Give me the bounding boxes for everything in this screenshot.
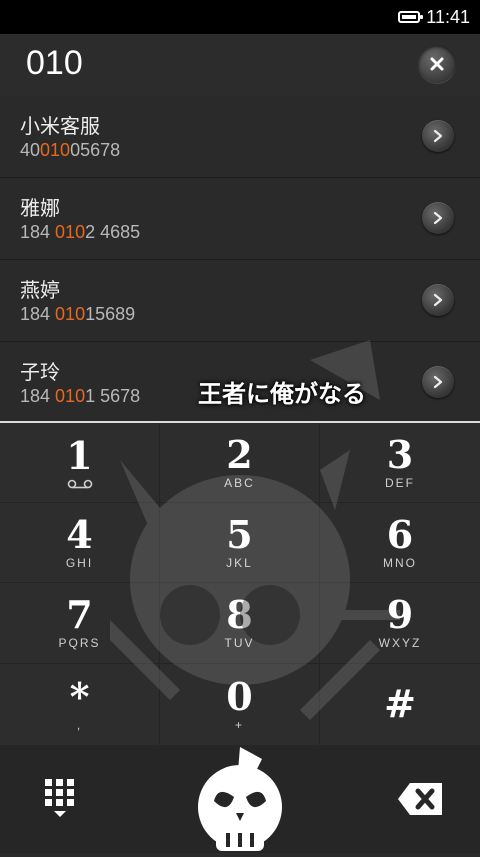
key-digit: 5 <box>226 511 253 557</box>
key-star[interactable]: * , <box>0 664 160 745</box>
key-2[interactable]: 2 ABC <box>160 423 320 503</box>
dialed-number-field[interactable]: 010 <box>26 44 83 83</box>
delete-button[interactable] <box>394 779 446 819</box>
clear-button[interactable] <box>418 45 456 83</box>
key-letters: ABC <box>224 475 255 490</box>
contact-row[interactable]: 燕婷 184 01015689 <box>0 260 480 342</box>
key-hash[interactable]: # <box>320 664 480 745</box>
key-5[interactable]: 5 JKL <box>160 503 320 583</box>
dial-keypad: 1 2 ABC 3 DEF 4 GHI 5 JKL 6 MNO 7 PQRS 8… <box>0 423 480 745</box>
contact-number: 184 0101 5678 <box>20 386 141 406</box>
contact-name: 燕婷 <box>20 278 60 302</box>
key-9[interactable]: 9 WXYZ <box>320 583 480 664</box>
contact-detail-button[interactable] <box>422 284 454 316</box>
battery-icon <box>398 11 424 23</box>
key-digit: * <box>69 673 90 719</box>
contact-number: 184 01015689 <box>20 304 136 324</box>
key-letters: WXYZ <box>378 636 422 650</box>
key-digit: 1 <box>66 432 93 478</box>
key-digit: 6 <box>386 511 414 557</box>
key-digit: 8 <box>226 592 253 637</box>
contact-number: 4001005678 <box>20 140 121 160</box>
key-8[interactable]: 8 TUV <box>160 583 320 664</box>
key-0[interactable]: 0 + <box>160 664 320 745</box>
key-letters: GHI <box>65 555 94 570</box>
contact-row[interactable]: 小米客服 4001005678 <box>0 96 480 178</box>
key-7[interactable]: 7 PQRS <box>0 583 160 664</box>
status-bar: 11:41 <box>0 0 480 34</box>
contact-detail-button[interactable] <box>422 366 454 398</box>
overlay-slogan: 王者に俺がなる <box>198 380 366 408</box>
voicemail-icon <box>67 479 92 488</box>
contact-name: 雅娜 <box>20 196 60 220</box>
key-3[interactable]: 3 DEF <box>320 423 480 503</box>
key-digit: 9 <box>386 592 414 637</box>
key-letters: DEF <box>385 475 415 490</box>
bottom-action-bar <box>0 745 480 853</box>
dialpad-grid-icon <box>45 779 74 817</box>
call-button[interactable] <box>188 745 292 853</box>
contact-number: 184 0102 4685 <box>20 222 141 242</box>
key-letters: PQRS <box>58 636 101 650</box>
backspace-icon <box>398 783 442 815</box>
contact-detail-button[interactable] <box>422 202 454 234</box>
chevron-right-icon <box>433 375 443 389</box>
contact-detail-button[interactable] <box>422 120 454 152</box>
skull-call-icon <box>198 747 282 851</box>
key-letters: JKL <box>226 555 253 570</box>
contact-row[interactable]: 雅娜 184 0102 4685 <box>0 178 480 260</box>
key-digit: 7 <box>66 592 93 637</box>
key-digit: # <box>384 680 416 726</box>
key-4[interactable]: 4 GHI <box>0 503 160 583</box>
close-icon <box>430 57 444 71</box>
key-letters: MNO <box>383 555 417 570</box>
key-digit: 3 <box>386 431 414 477</box>
chevron-right-icon <box>433 211 443 225</box>
key-letters: TUV <box>224 636 255 650</box>
key-digit: 4 <box>66 511 93 557</box>
chevron-right-icon <box>433 293 443 307</box>
key-1[interactable]: 1 <box>0 423 160 503</box>
dial-input-bar: 010 <box>0 34 480 96</box>
contact-name: 子玲 <box>20 360 60 384</box>
key-digit: 0 <box>226 673 253 719</box>
key-6[interactable]: 6 MNO <box>320 503 480 583</box>
key-digit: 2 <box>226 431 253 477</box>
toggle-dialpad-button[interactable] <box>38 775 82 823</box>
key-letters: , <box>76 717 83 732</box>
status-time: 11:41 <box>426 6 470 27</box>
chevron-right-icon <box>433 129 443 143</box>
key-letters: + <box>234 717 244 732</box>
contact-name: 小米客服 <box>20 114 100 138</box>
